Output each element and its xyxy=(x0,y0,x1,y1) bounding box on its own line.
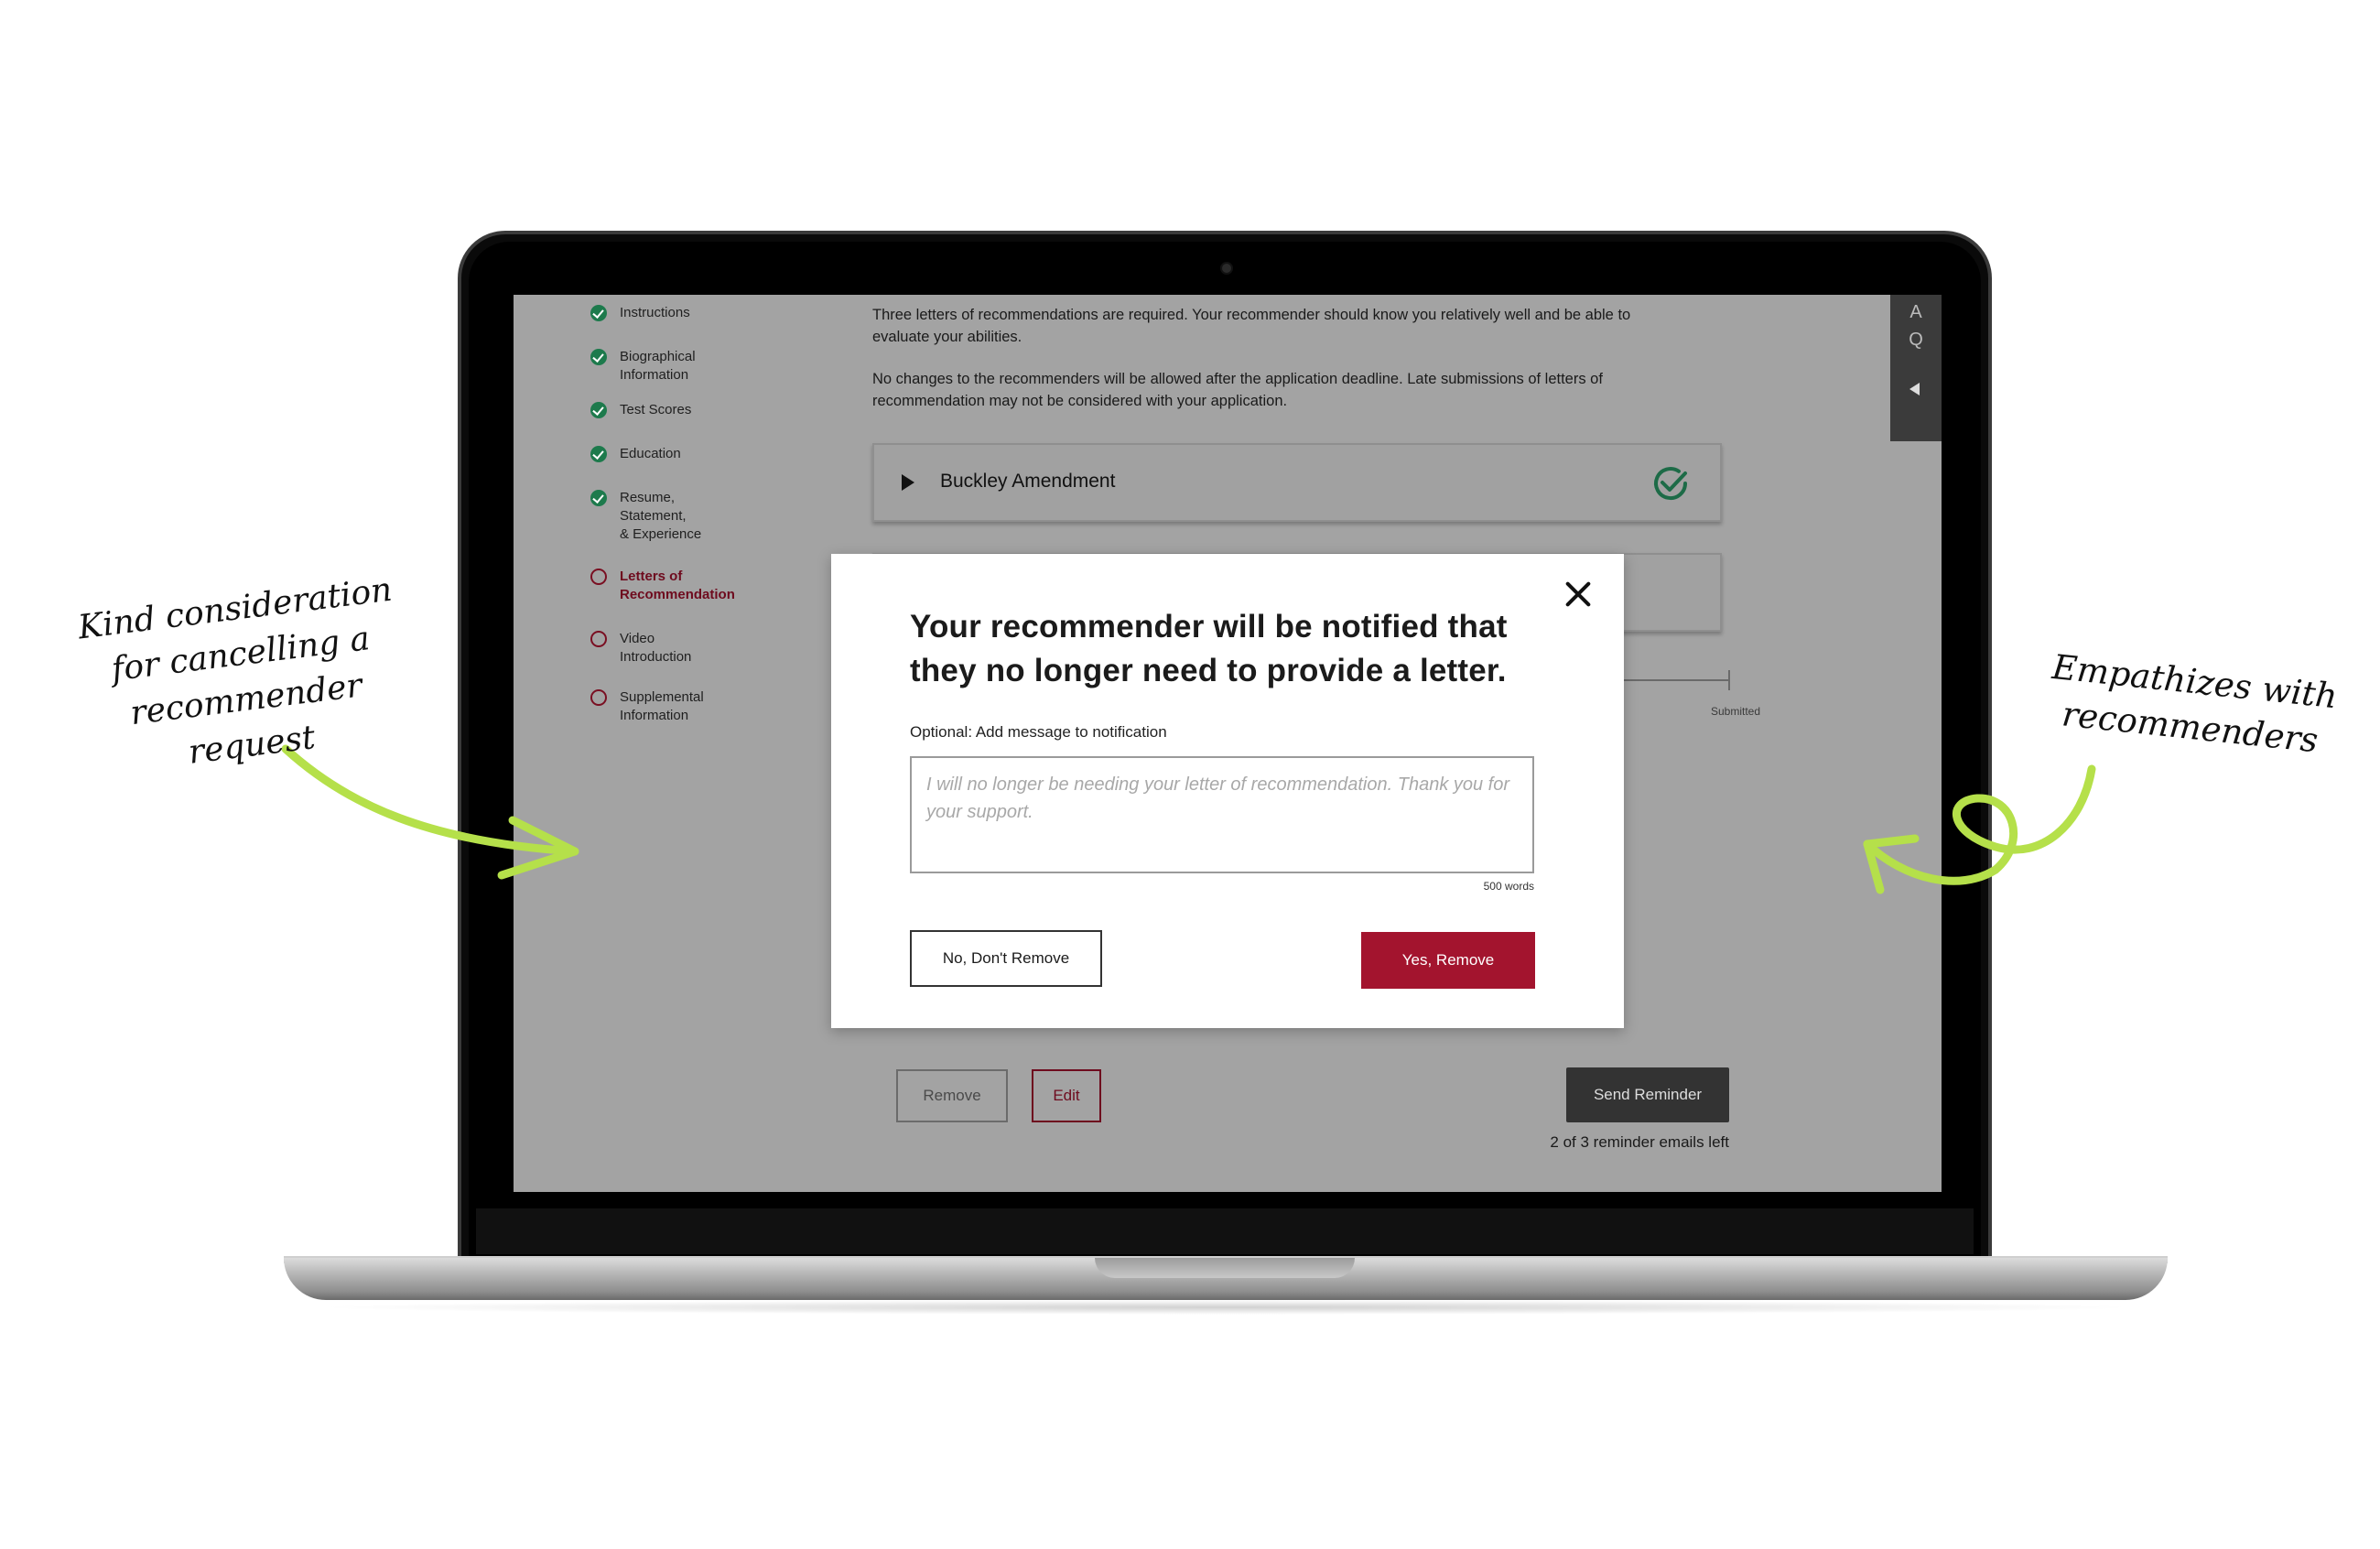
sidebar-item-label: Biographical Information xyxy=(620,349,696,383)
sidebar-item-education[interactable]: Education xyxy=(590,445,810,463)
presentation-stage: Instructions Biographical Information Te… xyxy=(0,0,2380,1549)
sidebar-item-test-scores[interactable]: Test Scores xyxy=(590,401,810,419)
sidebar-item-label: Letters of Recommendation xyxy=(620,569,735,602)
progress-submitted-label: Submitted xyxy=(1710,705,1760,718)
sidebar-item-label: Resume, Statement, & Experience xyxy=(620,490,702,542)
check-circle-icon xyxy=(590,349,607,365)
side-tab-letter: Q xyxy=(1909,330,1923,350)
right-annotation: Empathizes with recommenders xyxy=(2050,646,2340,761)
confirm-remove-button[interactable]: Yes, Remove xyxy=(1361,932,1535,989)
circle-icon xyxy=(590,569,607,585)
message-field-label: Optional: Add message to notification xyxy=(910,723,1167,741)
sidebar-item-resume-statement-experience[interactable]: Resume, Statement, & Experience xyxy=(590,489,810,544)
sidebar-item-label: Education xyxy=(620,446,681,461)
check-circle-icon xyxy=(590,490,607,506)
send-reminder-button[interactable]: Send Reminder xyxy=(1566,1067,1729,1122)
check-circle-icon xyxy=(590,305,607,321)
sidebar-item-biographical-information[interactable]: Biographical Information xyxy=(590,348,810,385)
sidebar-item-letters-of-recommendation[interactable]: Letters of Recommendation xyxy=(590,568,810,604)
instructions-text: Three letters of recommendations are req… xyxy=(872,304,1632,432)
notification-message-input[interactable] xyxy=(910,756,1534,873)
collapse-arrow-icon[interactable] xyxy=(1909,383,1920,395)
progress-track xyxy=(1621,679,1729,681)
intro-paragraph: No changes to the recommenders will be a… xyxy=(872,371,1603,409)
sidebar-item-video-introduction[interactable]: Video Introduction xyxy=(590,630,810,666)
close-icon[interactable] xyxy=(1560,576,1596,612)
cancel-button[interactable]: No, Don't Remove xyxy=(910,930,1102,987)
camera-icon xyxy=(1220,262,1233,275)
remove-recommender-modal: Your recommender will be notified that t… xyxy=(831,554,1624,1028)
remove-button[interactable]: Remove xyxy=(896,1069,1008,1122)
expand-triangle-icon xyxy=(902,474,914,491)
check-circle-icon xyxy=(1654,467,1687,500)
sidebar-item-instructions[interactable]: Instructions xyxy=(590,304,810,322)
sidebar-item-label: Instructions xyxy=(620,305,690,320)
sidebar-item-label: Supplemental Information xyxy=(620,689,704,723)
accordion-title: Buckley Amendment xyxy=(940,471,1116,492)
accessibility-side-tab[interactable]: A Q xyxy=(1890,295,1942,441)
modal-title: Your recommender will be notified that t… xyxy=(910,609,1508,688)
laptop-notch xyxy=(1095,1258,1355,1278)
check-circle-icon xyxy=(590,446,607,462)
circle-icon xyxy=(590,689,607,706)
side-tab-letter: A xyxy=(1909,302,1922,322)
sidebar-item-label: Test Scores xyxy=(620,402,692,417)
intro-paragraph: Three letters of recommendations are req… xyxy=(872,307,1631,345)
left-annotation: Kind consideration for cancelling a reco… xyxy=(76,570,395,772)
sidebar-item-label: Video Introduction xyxy=(620,631,692,665)
laptop-shadow xyxy=(311,1300,2142,1315)
progress-tick xyxy=(1728,670,1730,690)
edit-button[interactable]: Edit xyxy=(1032,1069,1101,1122)
laptop-bezel-bottom xyxy=(476,1208,1974,1254)
reminders-left-text: 2 of 3 reminder emails left xyxy=(1550,1133,1729,1151)
word-limit: 500 words xyxy=(1483,880,1534,893)
check-circle-icon xyxy=(590,402,607,418)
laptop-screen: Instructions Biographical Information Te… xyxy=(514,295,1942,1192)
buckley-amendment-accordion[interactable]: Buckley Amendment xyxy=(872,443,1722,522)
circle-icon xyxy=(590,631,607,647)
sidebar-item-supplemental-information[interactable]: Supplemental Information xyxy=(590,688,810,725)
